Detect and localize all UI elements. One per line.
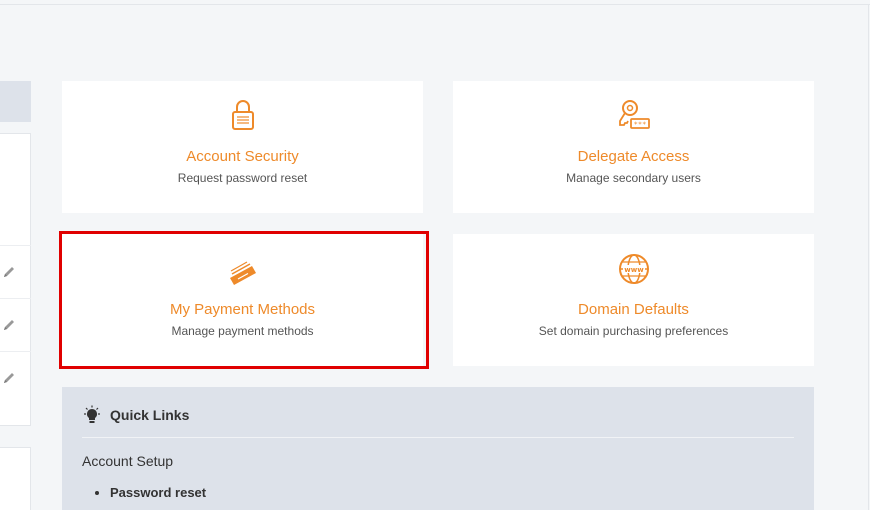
credit-card-icon xyxy=(229,261,256,285)
padlock-icon xyxy=(231,100,254,130)
left-panel-list xyxy=(0,133,31,426)
svg-text:www: www xyxy=(624,266,644,274)
list-divider xyxy=(0,351,31,352)
left-panel-bottom xyxy=(0,447,31,510)
globe-www-icon: www xyxy=(618,254,649,284)
card-subtitle: Manage payment methods xyxy=(171,324,314,338)
card-title: My Payment Methods xyxy=(169,301,316,318)
top-divider xyxy=(0,4,870,5)
account-security-card[interactable]: Account Security Request password reset xyxy=(62,81,423,213)
quick-link-item[interactable]: Password reset xyxy=(110,485,206,500)
card-subtitle: Manage secondary users xyxy=(566,171,701,185)
quick-links-section-title: Account Setup xyxy=(82,453,174,469)
card-title: Account Security xyxy=(186,148,299,165)
card-title: Domain Defaults xyxy=(578,301,689,318)
lightbulb-icon xyxy=(84,405,100,423)
edit-pencil-icon[interactable] xyxy=(2,265,16,279)
list-divider xyxy=(0,298,31,299)
svg-text:***: *** xyxy=(633,121,646,129)
quick-links-panel: Quick Links Account Setup Password reset xyxy=(62,387,814,510)
payment-methods-card[interactable]: My Payment Methods Manage payment method… xyxy=(62,234,423,366)
edit-pencil-icon[interactable] xyxy=(2,318,16,332)
quick-links-list: Password reset xyxy=(90,485,206,500)
domain-defaults-card[interactable]: www Domain Defaults Set domain purchasin… xyxy=(453,234,814,366)
card-subtitle: Request password reset xyxy=(177,171,308,185)
key-icon: *** xyxy=(618,100,650,129)
edit-pencil-icon[interactable] xyxy=(2,371,16,385)
card-title: Delegate Access xyxy=(577,148,690,165)
card-subtitle: Set domain purchasing preferences xyxy=(538,324,729,338)
quick-links-divider xyxy=(82,437,794,438)
left-panel-header xyxy=(0,81,31,122)
delegate-access-card[interactable]: *** Delegate Access Manage secondary use… xyxy=(453,81,814,213)
quick-links-title: Quick Links xyxy=(110,407,190,423)
right-divider xyxy=(868,4,869,510)
list-divider xyxy=(0,245,31,246)
